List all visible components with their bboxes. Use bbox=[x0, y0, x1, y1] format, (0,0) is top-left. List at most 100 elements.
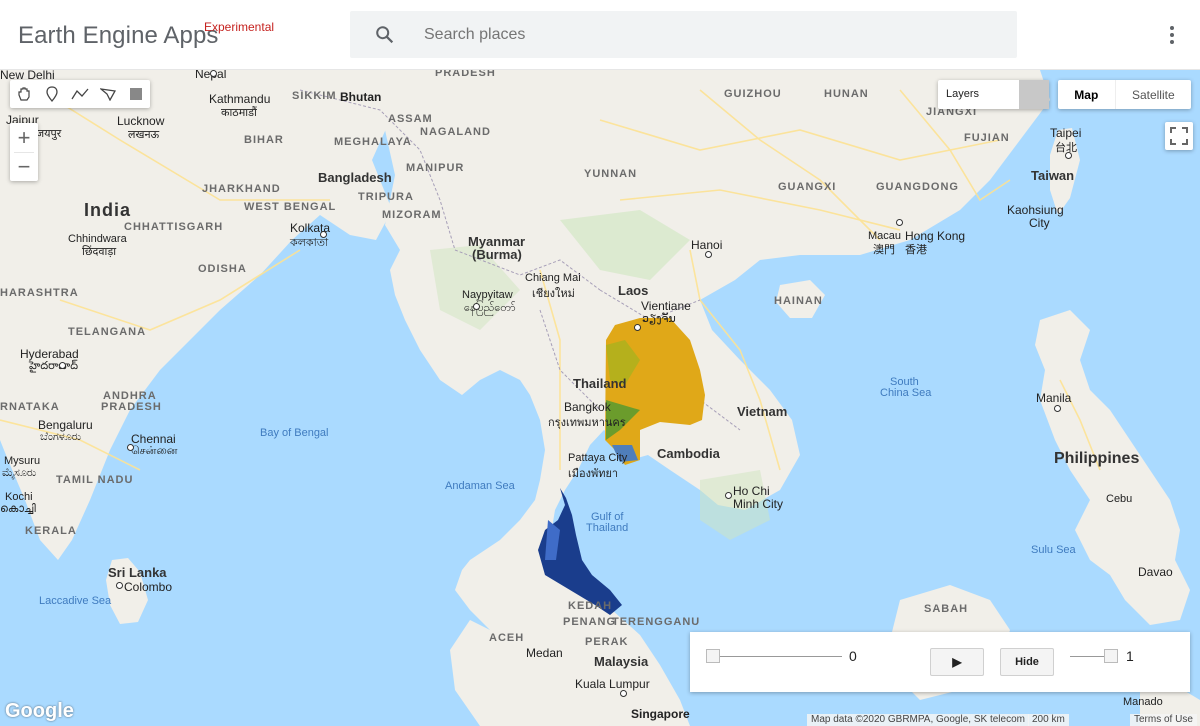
label-region: ASSAM bbox=[388, 113, 433, 125]
label-vietnam: Vietnam bbox=[737, 404, 788, 419]
label-city: 澳門 bbox=[873, 244, 895, 256]
label-region: ODISHA bbox=[198, 263, 247, 275]
label-region: FUJIAN bbox=[964, 132, 1010, 144]
label-city: Singapore bbox=[631, 707, 690, 721]
label-water: Bay of Bengal bbox=[260, 427, 329, 439]
label-city: ಮೈಸೂರು bbox=[2, 467, 37, 479]
label-region: TRIPURA bbox=[358, 191, 414, 203]
label-taiwan: Taiwan bbox=[1031, 168, 1075, 183]
city-marker bbox=[1054, 405, 1061, 412]
label-sri-lanka: Sri Lanka bbox=[108, 565, 167, 580]
label-city: छिंदवाड़ा bbox=[82, 246, 117, 258]
label-city: เมืองพัทยา bbox=[568, 468, 619, 480]
label-city: Bangkok bbox=[564, 400, 611, 414]
label-region: TAMIL NADU bbox=[56, 474, 134, 486]
polygon-icon[interactable] bbox=[94, 80, 122, 108]
label-region: TERENGGANU bbox=[612, 616, 701, 628]
label-region: GUIZHOU bbox=[724, 88, 782, 100]
terms-of-use-link[interactable]: Terms of Use bbox=[1130, 714, 1197, 726]
label-city: เชียงใหม่ bbox=[532, 288, 575, 300]
label-city: ಬೆಂಗಳೂರು bbox=[40, 431, 82, 443]
label-city: Taipei bbox=[1050, 126, 1082, 140]
search-input[interactable] bbox=[422, 22, 986, 48]
hide-button[interactable]: Hide bbox=[1000, 648, 1054, 676]
label-city: Hanoi bbox=[691, 238, 723, 252]
fullscreen-icon[interactable] bbox=[1165, 122, 1193, 150]
drawing-toolbar bbox=[10, 80, 150, 108]
label-region: RNATAKA bbox=[0, 401, 60, 413]
label-region: WEST BENGAL bbox=[244, 201, 337, 213]
label-city: Pattaya City bbox=[568, 452, 628, 464]
label-city: Chennai bbox=[131, 432, 176, 446]
label-city: Bengaluru bbox=[38, 418, 93, 432]
label-city: Medan bbox=[526, 646, 563, 660]
label-region: MIZORAM bbox=[382, 209, 442, 221]
play-button[interactable]: ▶ bbox=[930, 648, 984, 676]
label-malaysia: Malaysia bbox=[594, 654, 649, 669]
label-bhutan: Bhutan bbox=[340, 90, 382, 104]
label-region: PERAK bbox=[585, 636, 629, 648]
label-water: Laccadive Sea bbox=[39, 595, 112, 607]
zoom-out-button[interactable]: − bbox=[10, 152, 38, 181]
label-city: Hyderabad bbox=[20, 347, 79, 361]
label-city: City bbox=[1029, 216, 1050, 230]
label-city: Chiang Mai bbox=[525, 272, 581, 284]
search-icon[interactable] bbox=[374, 24, 396, 46]
zoom-in-button[interactable]: + bbox=[10, 123, 38, 152]
label-region: HAINAN bbox=[774, 295, 823, 307]
label-city: കൊച്ചി bbox=[0, 503, 36, 515]
label-city: กรุงเทพมหานคร bbox=[548, 417, 626, 429]
label-region: NAGALAND bbox=[420, 126, 491, 138]
map-canvas[interactable]: India Bangladesh Myanmar (Burma) Laos Th… bbox=[0, 70, 1200, 726]
rectangle-icon[interactable] bbox=[122, 80, 150, 108]
label-region: GUANGDONG bbox=[876, 181, 959, 193]
label-region: KERALA bbox=[25, 525, 77, 537]
label-region: PRADESH bbox=[435, 70, 496, 79]
label-city: சென்னை bbox=[131, 445, 178, 457]
label-city: Kochi bbox=[5, 491, 33, 503]
layers-toggle[interactable] bbox=[1019, 80, 1049, 109]
label-region: SIKKIM bbox=[292, 90, 337, 102]
map-type-satellite-button[interactable]: Satellite bbox=[1114, 80, 1191, 109]
city-marker bbox=[1065, 152, 1072, 159]
scale-label[interactable]: 200 km bbox=[1028, 714, 1069, 726]
map-type-map-button[interactable]: Map bbox=[1058, 80, 1115, 109]
left-slider-value: 0 bbox=[849, 648, 857, 664]
hand-icon[interactable] bbox=[10, 80, 38, 108]
label-water: China Sea bbox=[880, 387, 932, 399]
label-city: Davao bbox=[1138, 565, 1173, 579]
line-icon[interactable] bbox=[66, 80, 94, 108]
label-city: Kuala Lumpur bbox=[575, 677, 650, 691]
label-city: Mysuru bbox=[4, 455, 41, 467]
city-marker bbox=[59, 362, 66, 369]
label-city: Ho Chi bbox=[733, 484, 770, 498]
more-vert-icon[interactable] bbox=[1162, 24, 1182, 46]
label-burma: (Burma) bbox=[472, 247, 522, 262]
label-region: ACEH bbox=[489, 632, 525, 644]
layers-dropdown[interactable]: Layers bbox=[938, 80, 1049, 109]
label-philippines: Philippines bbox=[1054, 450, 1140, 467]
label-region: PRADESH bbox=[101, 401, 162, 413]
city-marker bbox=[620, 690, 627, 697]
google-logo: Google bbox=[5, 700, 74, 722]
label-laos: Laos bbox=[618, 283, 649, 298]
label-region: PENANG bbox=[563, 616, 617, 628]
label-water: Andaman Sea bbox=[445, 480, 515, 492]
left-slider-thumb[interactable] bbox=[706, 649, 720, 663]
city-marker bbox=[116, 582, 123, 589]
app-title: Earth Engine Apps bbox=[18, 22, 219, 49]
label-city: ວຽງຈັນ bbox=[642, 313, 676, 325]
map-type-control: Map Satellite bbox=[1058, 80, 1191, 109]
label-region: CHHATTISGARH bbox=[124, 221, 224, 233]
timeline-panel: 0 ▶ Hide 1 bbox=[690, 632, 1190, 692]
marker-icon[interactable] bbox=[38, 80, 66, 108]
label-city: 香港 bbox=[905, 244, 927, 256]
right-slider-thumb[interactable] bbox=[1104, 649, 1118, 663]
label-city: Manado bbox=[1123, 696, 1163, 708]
label-city: Colombo bbox=[124, 580, 173, 594]
right-slider-value: 1 bbox=[1126, 648, 1134, 664]
left-slider-track[interactable] bbox=[718, 656, 842, 657]
city-marker bbox=[725, 492, 732, 499]
label-region: MEGHALAYA bbox=[334, 136, 412, 148]
map-data-attribution[interactable]: Map data ©2020 GBRMPA, Google, SK teleco… bbox=[807, 714, 1029, 726]
